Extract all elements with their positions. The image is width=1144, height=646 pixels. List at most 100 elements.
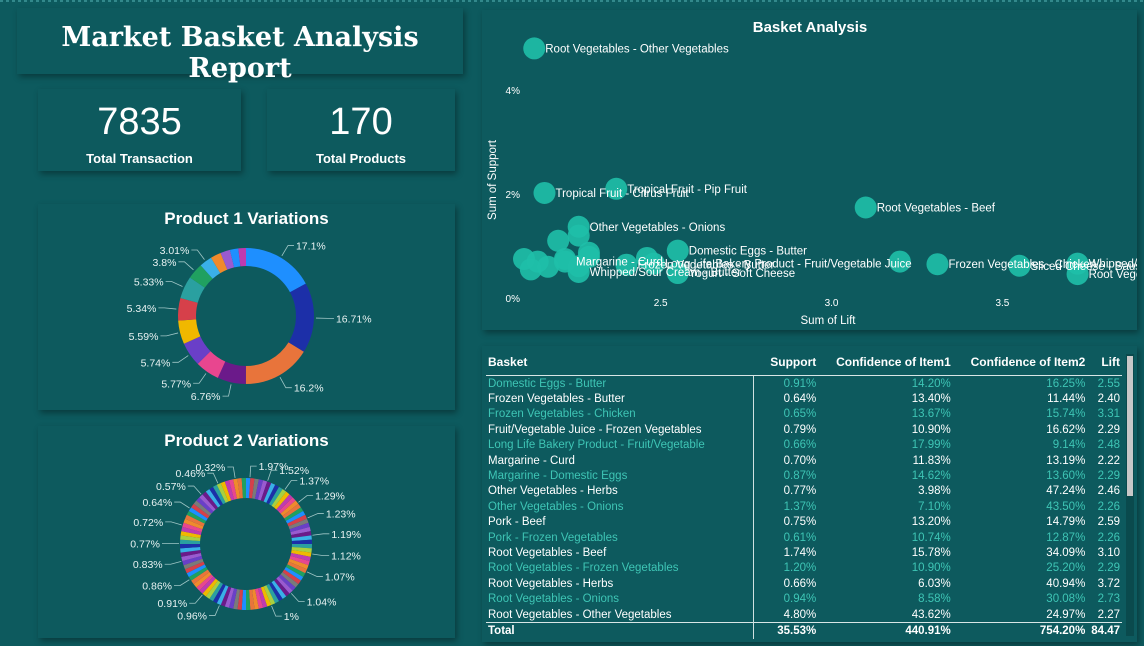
table-row[interactable]: Frozen Vegetables - Butter 0.64% 13.40% 11.…: [486, 391, 1122, 407]
cell-basket: Root Vegetables - Herbs: [488, 577, 614, 590]
cell-basket: Root Vegetables - Other Vegetables: [488, 608, 672, 621]
cell-support: 0.79%: [752, 422, 819, 438]
scatter-point[interactable]: [567, 224, 590, 247]
scatter-point[interactable]: [519, 258, 542, 281]
cell-support: 0.94%: [752, 591, 819, 607]
table-row[interactable]: Long Life Bakery Product - Fruit/Vegetab…: [486, 437, 1122, 453]
leader-line: [298, 495, 314, 503]
cell-confidence-item1: 10.74%: [911, 531, 951, 544]
basket-table-card[interactable]: Basket Support Confidence of Item1 Confi…: [482, 346, 1137, 642]
table-row[interactable]: Pork - Frozen Vegetables 0.61% 10.74% 12.87…: [486, 529, 1122, 546]
cell-lift: 2.59: [1097, 516, 1120, 529]
cell-lift-total: 84.47: [1087, 622, 1122, 639]
column-header-lift[interactable]: Lift: [1087, 352, 1122, 376]
product1-donut-card[interactable]: Product 1 Variations 17.1% 16.71% 16.2% 6.7…: [38, 204, 455, 410]
donut-segment[interactable]: [288, 283, 315, 352]
basket-analysis-scatter-chart[interactable]: Basket Analysis Sum of Lift Sum of Support…: [482, 10, 1137, 330]
table-row[interactable]: Root Vegetables - Onions 0.94% 8.58% 30.08%…: [486, 591, 1122, 607]
leader-line: [227, 466, 236, 478]
slice-label: 0.86%: [142, 581, 172, 593]
cell-lift: 2.29: [1097, 423, 1120, 436]
kpi-total-products: 170 Total Products: [267, 89, 455, 171]
cell-support: 0.61%: [752, 529, 819, 546]
point-label: Frozen Vegetables - Chicken: [948, 259, 1096, 271]
table-row[interactable]: Other Vegetables - Herbs 0.77% 3.98% 47.24%…: [486, 483, 1122, 500]
cell-confidence-item2: 14.79%: [1046, 516, 1086, 529]
cell-basket: Fruit/Vegetable Juice - Frozen Vegetable…: [488, 423, 702, 436]
table-row[interactable]: Root Vegetables - Frozen Vegetables 1.20%…: [486, 560, 1122, 577]
table-row[interactable]: Frozen Vegetables - Chicken 0.65% 13.67% 15…: [486, 406, 1122, 423]
cell-confidence-item2: 13.19%: [1046, 454, 1086, 467]
table-row[interactable]: Pork - Beef 0.75% 13.20% 14.79% 2.59: [486, 514, 1122, 530]
product2-donut-chart[interactable]: 1.97%1.52%1.37%1.29%1.23%1.19%1.12%1.07%…: [38, 426, 455, 638]
cell-lift: 2.46: [1097, 485, 1120, 498]
column-header-confidence-item2[interactable]: Confidence of Item2: [952, 352, 1088, 376]
table-total-row: Total 35.53% 440.91% 754.20% 84.47: [486, 622, 1122, 639]
donut-segment[interactable]: [246, 248, 306, 293]
cell-support: 0.77%: [752, 483, 819, 500]
cell-lift: 3.10: [1097, 546, 1120, 559]
cell-confidence-item1: 6.03%: [918, 577, 951, 590]
leader-line: [307, 513, 324, 519]
table-scrollbar[interactable]: [1126, 354, 1134, 636]
scatter-point[interactable]: [533, 181, 556, 204]
donut-segment[interactable]: [245, 342, 304, 384]
cell-confidence-item1: 13.40%: [911, 393, 951, 406]
column-header-confidence-item1[interactable]: Confidence of Item1: [818, 352, 953, 376]
point-label: Tropical Fruit - Citrus Fruit: [556, 188, 690, 200]
scatter-point[interactable]: [523, 37, 546, 60]
leader-line: [306, 571, 323, 577]
leader-line: [158, 307, 177, 310]
cell-confidence-item1: 3.98%: [918, 485, 951, 498]
cell-confidence-item2: 13.60%: [1046, 470, 1086, 483]
table-row[interactable]: Root Vegetables - Beef 1.74% 15.78% 34.09% 3…: [486, 545, 1122, 561]
scatter-point[interactable]: [854, 196, 877, 219]
product1-donut-chart[interactable]: 17.1% 16.71% 16.2% 6.76%5.77% 5.74% 5.59% 5.34…: [38, 204, 455, 410]
product2-donut-card[interactable]: Product 2 Variations 1.97% 1.52% 1.37% 1.29…: [38, 426, 455, 638]
leader-line: [160, 332, 179, 337]
table-row[interactable]: Fruit/Vegetable Juice - Frozen Vegetable…: [486, 422, 1122, 438]
kpi-label: Total Transaction: [86, 151, 193, 166]
cell-lift: 2.29: [1097, 562, 1120, 575]
cell-confidence-item1: 7.10%: [918, 500, 951, 513]
leader-line: [207, 472, 219, 484]
table-row[interactable]: Root Vegetables - Other Vegetables 4.80% 4…: [486, 606, 1122, 623]
table-row[interactable]: Other Vegetables - Onions 1.37% 7.10% 43.50…: [486, 499, 1122, 515]
leader-line: [189, 594, 203, 604]
leader-line: [209, 605, 220, 616]
cell-basket: Root Vegetables - Beef: [488, 546, 607, 559]
column-header-basket[interactable]: Basket: [486, 352, 754, 376]
cell-basket-total: Total: [486, 622, 754, 639]
cell-lift: 2.26: [1097, 500, 1120, 513]
cell-support: 0.65%: [752, 406, 819, 423]
cell-support: 0.91%: [752, 375, 819, 392]
slice-label: 5.33%: [134, 276, 164, 288]
slice-label: 1.07%: [325, 571, 355, 583]
table-row[interactable]: Margarine - Domestic Eggs 0.87% 14.62% 13.6…: [486, 468, 1122, 484]
table-row[interactable]: Root Vegetables - Herbs 0.66% 6.03% 40.94% 3…: [486, 576, 1122, 592]
cell-support: 0.66%: [752, 576, 819, 592]
cell-confidence-item1: 14.62%: [911, 470, 951, 483]
slice-label: 3.01%: [160, 245, 190, 257]
x-axis-label: Sum of Lift: [801, 315, 857, 327]
basket-analysis-scatter-card[interactable]: Basket Analysis Sum of Lift Sum of Support…: [482, 10, 1137, 330]
y-tick-label: 0%: [506, 294, 521, 305]
cell-confidence-item2: 40.94%: [1046, 577, 1086, 590]
cell-confidence-item1: 13.67%: [911, 408, 951, 421]
x-tick-label: 2.5: [654, 298, 668, 309]
leader-line: [279, 377, 292, 389]
scrollbar-thumb[interactable]: [1127, 356, 1133, 496]
cell-confidence-item2: 16.62%: [1046, 423, 1086, 436]
leader-line: [222, 384, 232, 397]
slice-label: 16.71%: [336, 313, 372, 325]
x-tick-label: 3.5: [995, 298, 1009, 309]
y-tick-label: 2%: [506, 190, 521, 201]
leader-line: [312, 553, 330, 556]
cell-support: 1.20%: [752, 560, 819, 577]
table-row[interactable]: Margarine - Curd 0.70% 11.83% 13.19% 2.22: [486, 452, 1122, 469]
column-header-support[interactable]: Support: [753, 352, 819, 376]
point-label: Root Vegetables - Other Vegetables: [545, 43, 729, 55]
scatter-point[interactable]: [547, 229, 570, 252]
table-row[interactable]: Domestic Eggs - Butter 0.91% 14.20% 16.25% 2…: [486, 375, 1122, 392]
scatter-point[interactable]: [926, 253, 949, 276]
